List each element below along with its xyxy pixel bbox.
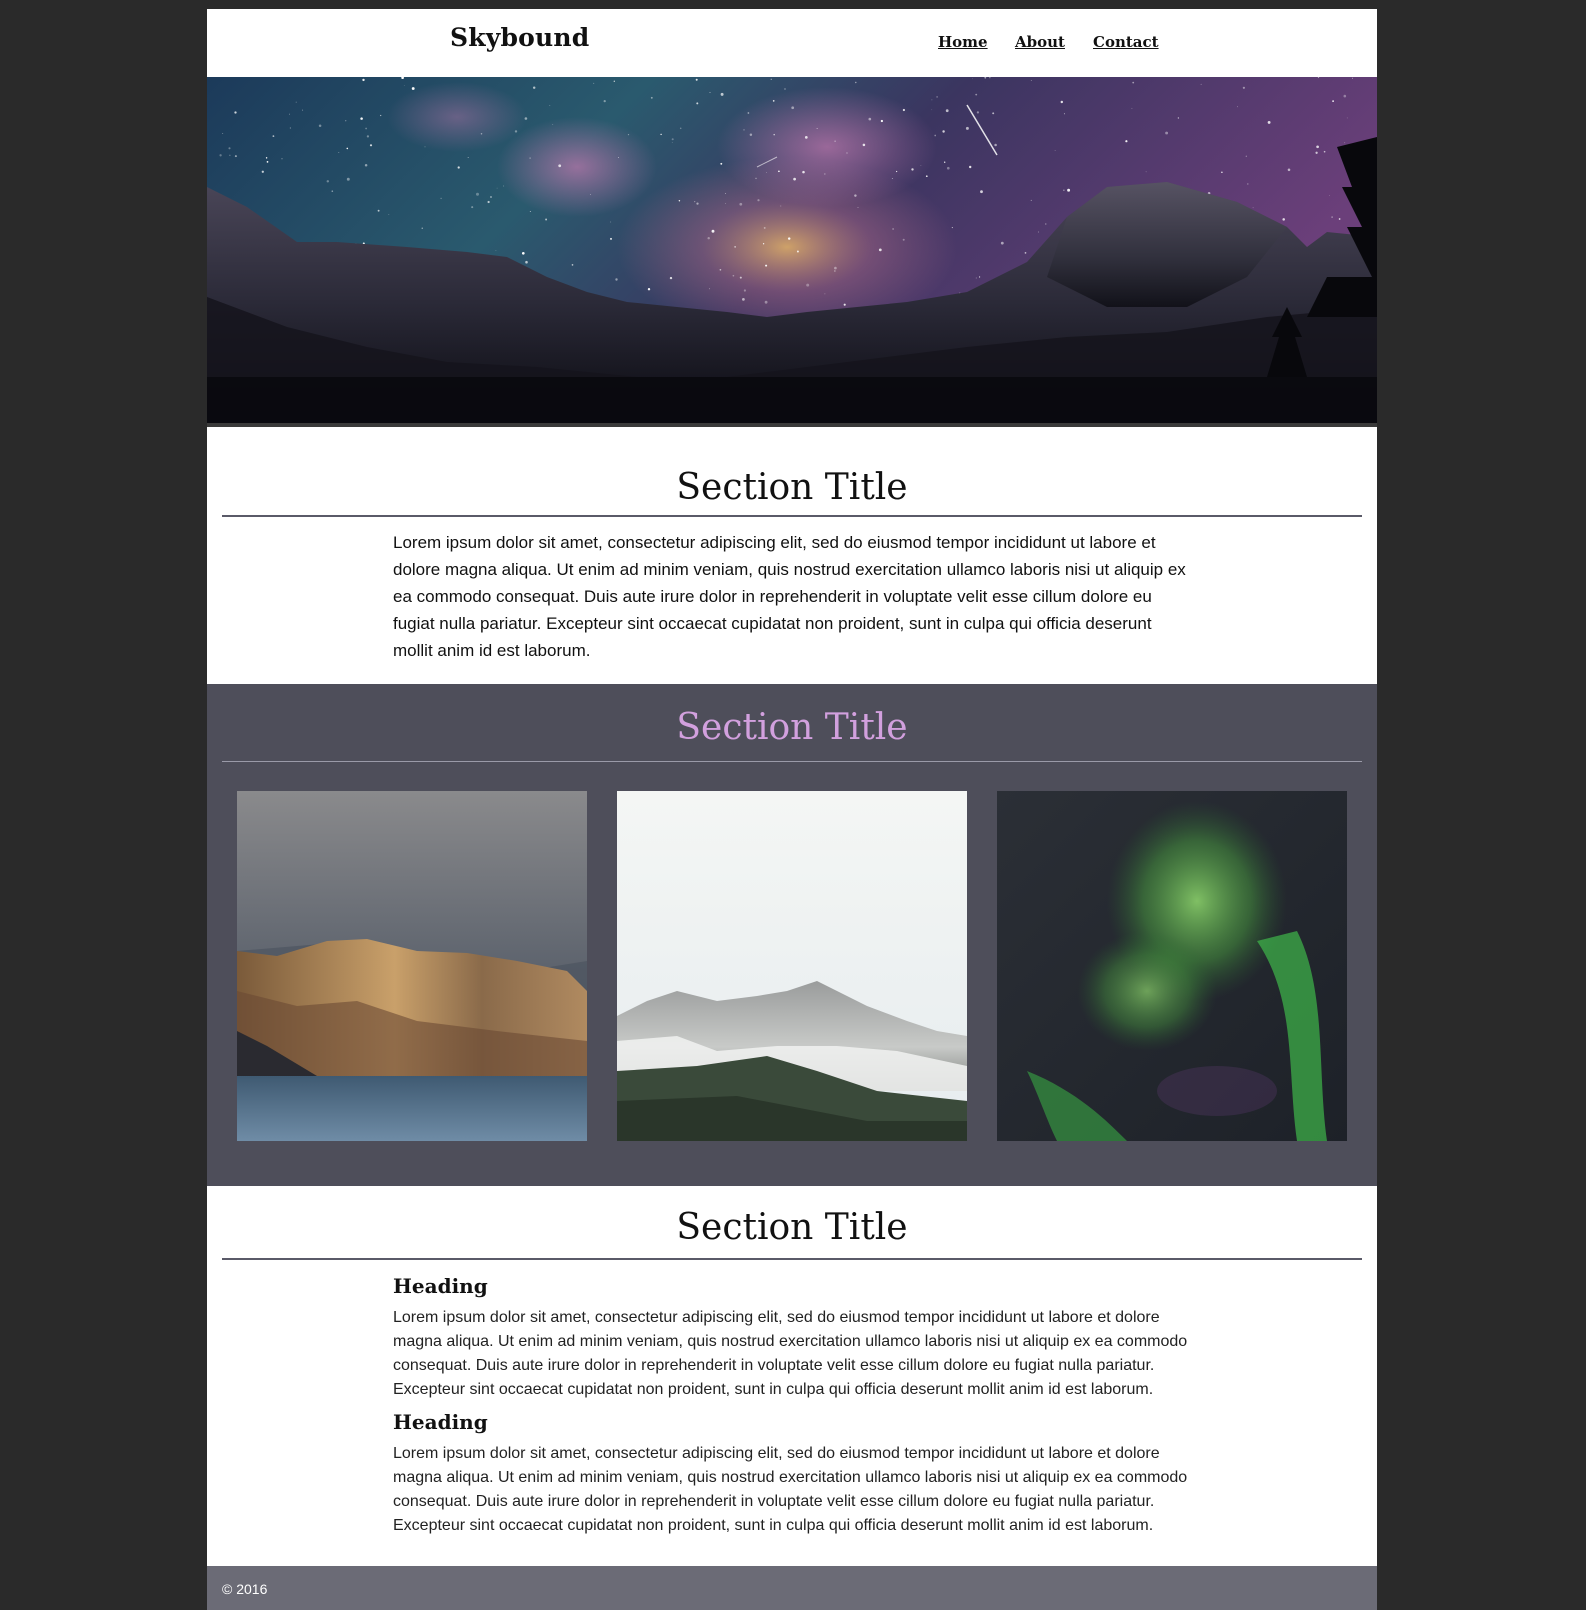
- article-heading: Heading: [393, 1410, 488, 1434]
- nav-link-contact[interactable]: Contact: [1093, 33, 1159, 51]
- main-nav: Home About Contact: [207, 33, 1377, 59]
- section-divider: [222, 1258, 1362, 1260]
- section-title: Section Title: [676, 707, 908, 748]
- page: Skybound Home About Contact Section Titl…: [207, 9, 1377, 1610]
- intro-section: Section Title Lorem ipsum dolor sit amet…: [207, 427, 1377, 684]
- site-header: Skybound Home About Contact: [207, 9, 1377, 77]
- article-heading: Heading: [393, 1274, 488, 1298]
- section-divider: [222, 761, 1362, 762]
- hero-banner-image: [207, 77, 1377, 427]
- articles-section: Section Title Heading Lorem ipsum dolor …: [207, 1186, 1377, 1566]
- intro-paragraph: Lorem ipsum dolor sit amet, consectetur …: [393, 533, 1186, 660]
- snowy-mountain-photo[interactable]: [617, 791, 967, 1141]
- section-title: Section Title: [676, 1207, 908, 1248]
- section-title: Section Title: [676, 467, 908, 508]
- nav-link-home[interactable]: Home: [938, 33, 988, 51]
- article-paragraph: Lorem ipsum dolor sit amet, consectetur …: [393, 1445, 1188, 1534]
- mountain-lake-photo[interactable]: [237, 791, 587, 1141]
- nav-link-about[interactable]: About: [1015, 33, 1065, 51]
- article-paragraph: Lorem ipsum dolor sit amet, consectetur …: [393, 1309, 1188, 1398]
- site-footer: © 2016: [207, 1566, 1377, 1610]
- aurora-photo[interactable]: [997, 791, 1347, 1141]
- copyright-text: © 2016: [222, 1581, 268, 1597]
- gallery-section: Section Title: [207, 684, 1377, 1186]
- section-divider: [222, 515, 1362, 517]
